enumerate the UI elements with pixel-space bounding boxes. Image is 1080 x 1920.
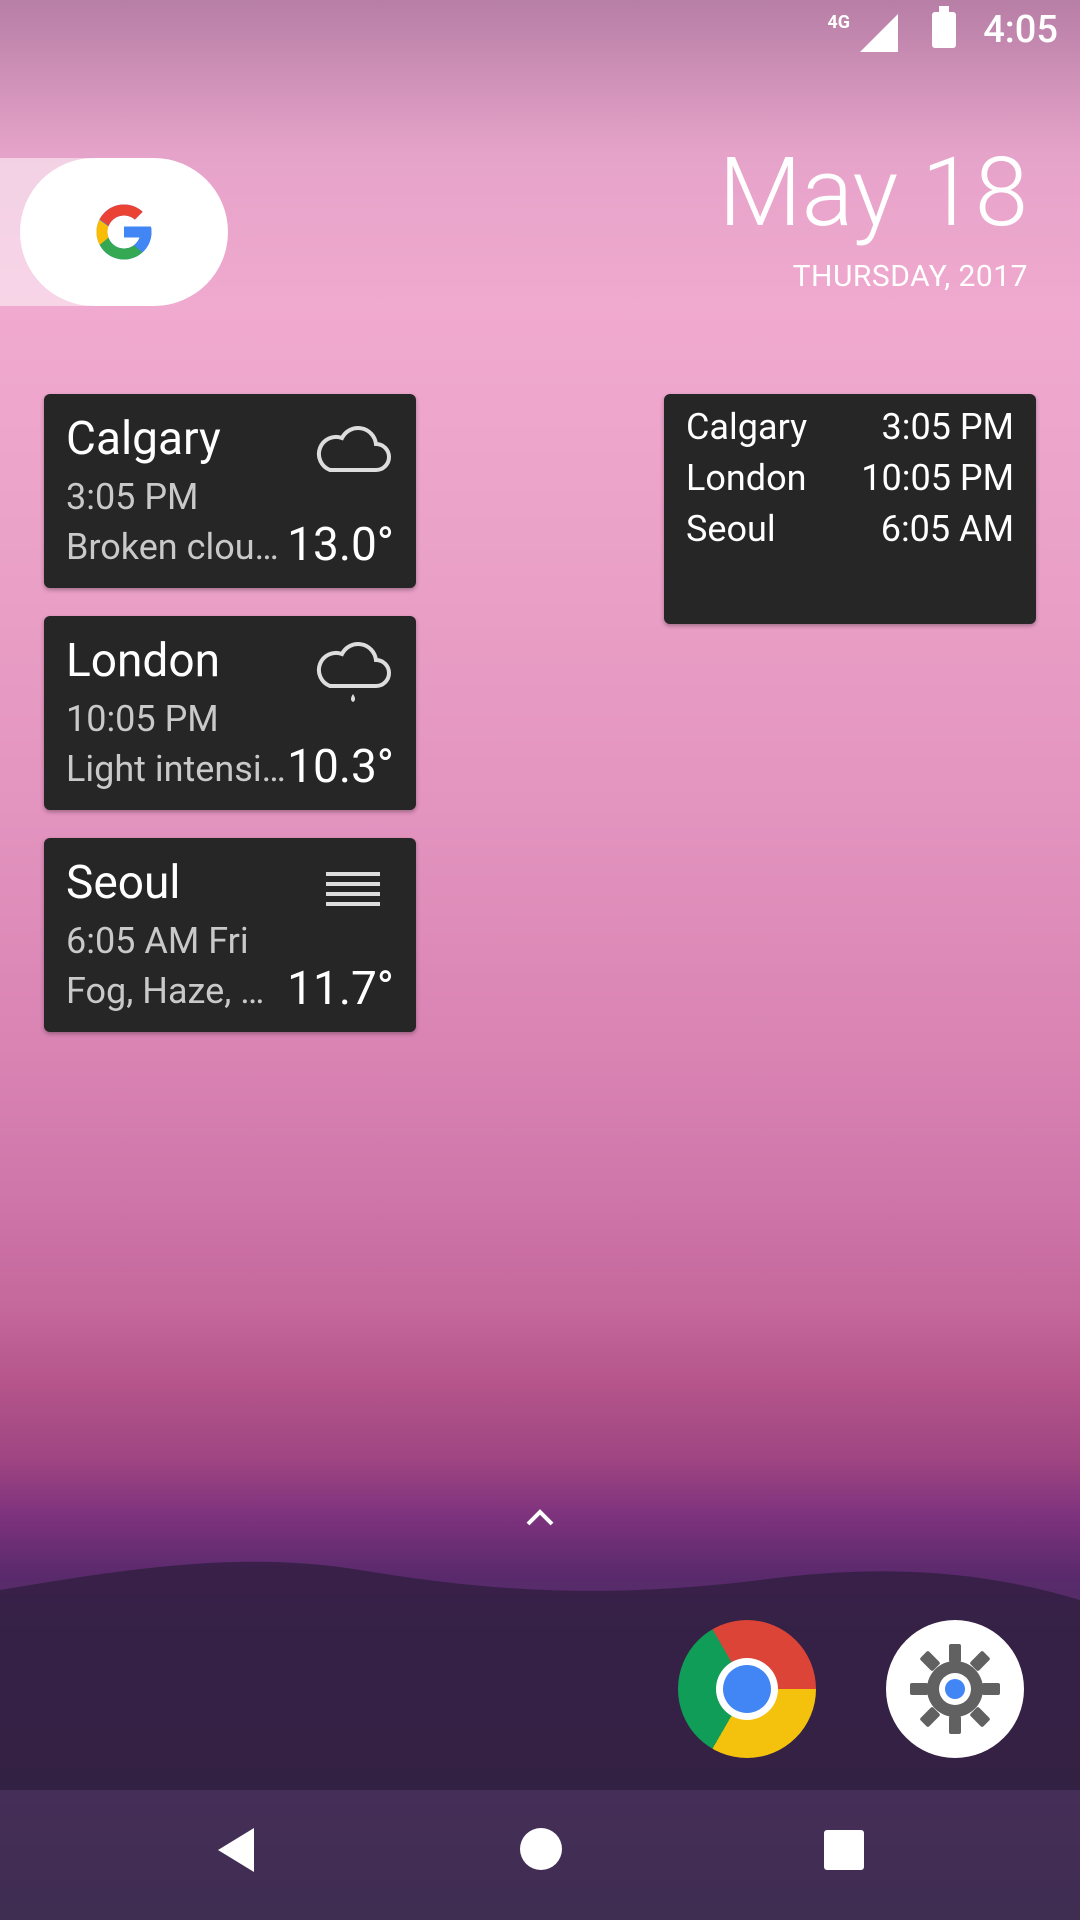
weather-card-london[interactable]: London 10:05 PM Light intensity drizzle … [44,616,416,810]
weather-city: London [66,634,220,688]
google-search-widget[interactable] [0,158,228,306]
back-icon[interactable] [218,1828,254,1872]
google-search-button[interactable] [20,158,228,306]
network-type: 4G [827,12,850,33]
date-widget[interactable]: May 18 THURSDAY, 2017 [719,145,1028,294]
gear-icon [910,1644,1000,1734]
clock-time: 6:05 AM [880,508,1014,550]
day-year-label: THURSDAY, 2017 [792,259,1028,294]
world-clock-widget[interactable]: Calgary 3:05 PM London 10:05 PM Seoul 6:… [664,394,1036,624]
weather-time: 3:05 PM [66,476,199,518]
weather-description: Light intensity drizzle [66,748,286,790]
clock-row: Calgary 3:05 PM [686,406,1014,456]
status-time: 4:05 [983,8,1058,52]
google-g-icon [96,204,152,260]
clock-city: Calgary [686,406,808,448]
rain-cloud-icon [316,642,391,702]
weather-city: Seoul [66,856,181,910]
settings-gear-icon[interactable] [886,1620,1024,1758]
weather-description: Broken clouds [66,526,286,568]
weather-card-calgary[interactable]: Calgary 3:05 PM Broken clouds 13.0° [44,394,416,588]
clock-time: 10:05 PM [861,457,1014,499]
weather-city: Calgary [66,412,221,466]
date-label: May 18 [718,137,1028,249]
signal-icon [860,14,898,52]
weather-card-seoul[interactable]: Seoul 6:05 AM Fri Fog, Haze, Mist 11.7° [44,838,416,1032]
home-icon[interactable] [520,1828,562,1870]
recents-icon[interactable] [824,1830,864,1870]
weather-time: 6:05 AM Fri [66,920,249,962]
weather-description: Fog, Haze, Mist [66,970,286,1012]
clock-city: London [686,457,807,499]
chrome-core [723,1665,771,1713]
chrome-icon[interactable] [678,1620,816,1758]
navigation-bar [0,1790,1080,1920]
app-drawer-caret-icon[interactable] [522,1500,558,1536]
fog-icon [326,872,380,906]
clock-row: London 10:05 PM [686,457,1014,507]
clock-row: Seoul 6:05 AM [686,508,1014,558]
clock-city: Seoul [686,508,776,550]
clock-time: 3:05 PM [881,406,1015,448]
status-bar: 4G 4:05 [0,0,1080,62]
chrome-center [716,1658,778,1720]
cloud-icon [316,426,391,472]
battery-charging-icon [932,6,956,48]
weather-temperature: 10.3° [287,740,394,794]
weather-time: 10:05 PM [66,698,219,740]
weather-temperature: 11.7° [287,962,394,1016]
weather-temperature: 13.0° [287,518,394,572]
